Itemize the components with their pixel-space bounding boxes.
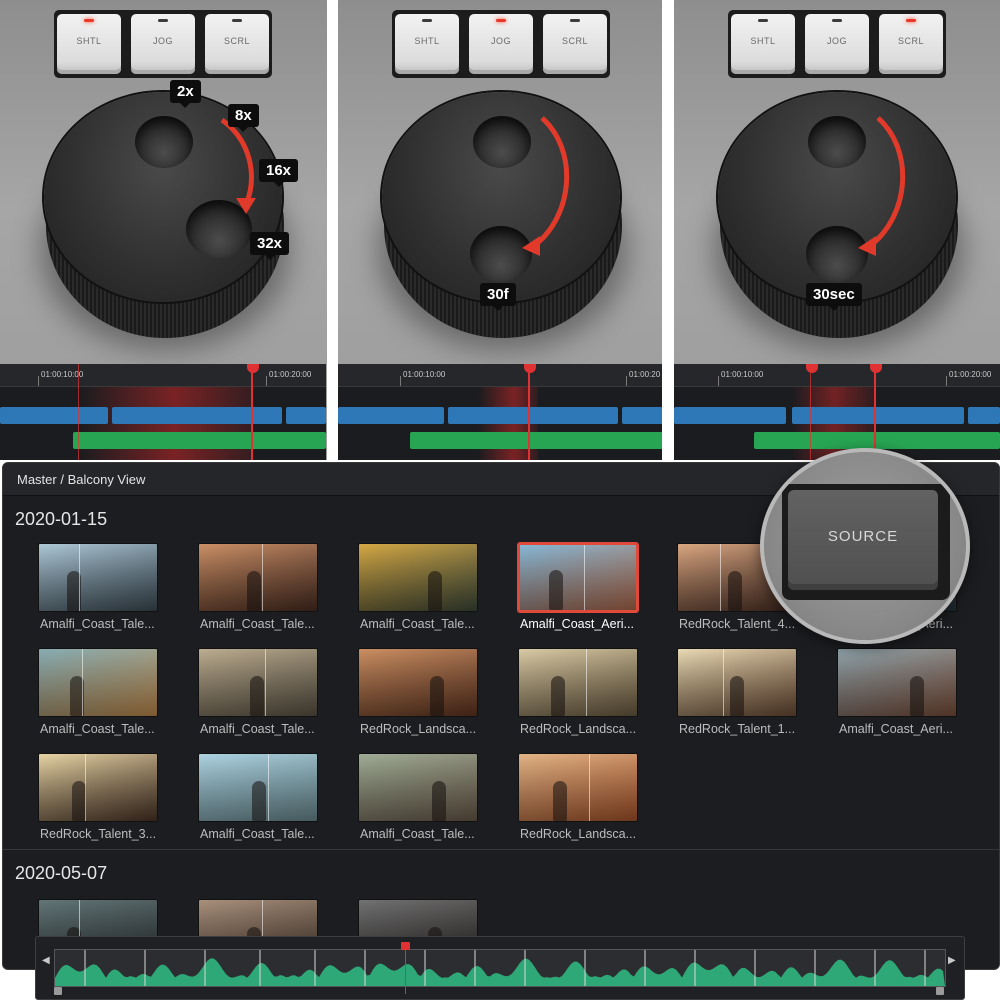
- clip-name: RedRock_Talent_3...: [40, 827, 157, 841]
- clip-thumbnail[interactable]: [677, 648, 797, 717]
- timecode-end: 01:00:20: [629, 370, 661, 379]
- source-key-callout: SOURCE: [760, 448, 970, 644]
- video-clip[interactable]: [286, 407, 326, 424]
- source-key[interactable]: SOURCE: [788, 490, 938, 590]
- breadcrumb[interactable]: Master / Balcony View: [17, 472, 145, 487]
- timecode-ruler: 01:00:10:00 01:00:20:00: [674, 364, 1000, 387]
- timecode-ruler: 01:00:10:00 01:00:20: [338, 364, 662, 387]
- resize-corner-right[interactable]: [936, 987, 944, 995]
- audio-track: [674, 432, 1000, 449]
- video-track: [0, 407, 326, 424]
- speed-tag-8x: 8x: [228, 104, 259, 132]
- audio-track: [338, 432, 662, 449]
- speed-tag-2x: 2x: [170, 80, 201, 108]
- group-divider: [3, 849, 999, 850]
- clip-thumbnail[interactable]: [518, 543, 638, 612]
- clip-thumbnail[interactable]: [198, 648, 318, 717]
- video-track: [338, 407, 662, 424]
- mini-timeline[interactable]: 01:00:10:00 01:00:20: [338, 364, 662, 460]
- speed-tag-16x: 16x: [259, 159, 299, 187]
- video-clip[interactable]: [0, 407, 108, 424]
- waveform-playhead-handle[interactable]: [401, 942, 410, 950]
- audio-clip[interactable]: [754, 432, 1000, 449]
- clip-thumbnail[interactable]: [358, 648, 478, 717]
- playhead[interactable]: [528, 364, 530, 460]
- source-key-frame: SOURCE: [782, 484, 950, 600]
- clip-thumbnail[interactable]: [837, 648, 957, 717]
- clip-name: Amalfi_Coast_Tale...: [360, 617, 475, 631]
- jog-step-tag: 30f: [480, 283, 516, 311]
- playhead[interactable]: [874, 364, 876, 460]
- mini-timeline[interactable]: 01:00:10:00 01:00:20:00: [0, 364, 326, 460]
- clip-name: Amalfi_Coast_Tale...: [200, 617, 315, 631]
- video-clip[interactable]: [968, 407, 1000, 424]
- clip-name: Amalfi_Coast_Tale...: [200, 722, 315, 736]
- waveform-area[interactable]: [54, 942, 946, 994]
- timecode-start: 01:00:10:00: [721, 370, 764, 379]
- speed-tag-32x: 32x: [250, 232, 290, 260]
- triangle-right-icon[interactable]: ▶: [948, 955, 956, 966]
- jog-mode-panel: SHTL JOG SCRL 30f 01:00:10:00 01:00:20: [338, 0, 662, 460]
- source-key-label: SOURCE: [827, 528, 899, 545]
- video-clip[interactable]: [112, 407, 282, 424]
- timecode-start: 01:00:10:00: [403, 370, 446, 379]
- clip-thumbnail[interactable]: [358, 753, 478, 822]
- timecode-end: 01:00:20:00: [949, 370, 992, 379]
- clip-thumbnail[interactable]: [518, 753, 638, 822]
- shuttle-mode-panel: SHTL JOG SCRL 2x 8x 16x 32x 01:00:10:00 …: [0, 0, 327, 460]
- video-clip[interactable]: [792, 407, 964, 424]
- date-group-heading: 2020-01-15: [15, 509, 108, 529]
- clip-name: Amalfi_Coast_Tale...: [40, 617, 155, 631]
- audio-clip[interactable]: [410, 432, 662, 449]
- playhead[interactable]: [251, 364, 253, 460]
- scroll-step-tag: 30sec: [806, 283, 862, 311]
- video-clip[interactable]: [448, 407, 618, 424]
- video-track: [674, 407, 1000, 424]
- video-clip[interactable]: [622, 407, 662, 424]
- audio-track: [0, 432, 326, 449]
- origin-marker: [78, 364, 79, 460]
- audio-waveform-strip[interactable]: ◀ ▶: [35, 936, 965, 1000]
- origin-marker: [810, 364, 811, 460]
- clip-name: Amalfi_Coast_Tale...: [200, 827, 315, 841]
- clip-thumbnail[interactable]: [38, 648, 158, 717]
- timecode-ruler: 01:00:10:00 01:00:20:00: [0, 364, 326, 387]
- waveform: [55, 950, 945, 986]
- clip-name: RedRock_Landsca...: [520, 722, 637, 736]
- clip-thumbnail[interactable]: [518, 648, 638, 717]
- timecode-start: 01:00:10:00: [41, 370, 84, 379]
- scroll-mode-panel: SHTL JOG SCRL 30sec 01:00:10:00 01:00:20…: [674, 0, 1000, 460]
- video-clip[interactable]: [338, 407, 444, 424]
- video-clip[interactable]: [674, 407, 786, 424]
- clip-name: RedRock_Talent_1...: [679, 722, 796, 736]
- clip-name: Amalfi_Coast_Tale...: [40, 722, 155, 736]
- clip-thumbnail[interactable]: [198, 543, 318, 612]
- resize-corner-left[interactable]: [54, 987, 62, 995]
- clip-thumbnail[interactable]: [38, 543, 158, 612]
- clip-name: Amalfi_Coast_Aeri...: [520, 617, 634, 631]
- clip-name: Amalfi_Coast_Tale...: [360, 827, 475, 841]
- clip-name: RedRock_Landsca...: [360, 722, 477, 736]
- clip-thumbnail[interactable]: [198, 753, 318, 822]
- timecode-end: 01:00:20:00: [269, 370, 312, 379]
- date-group-heading: 2020-05-07: [15, 863, 108, 883]
- triangle-left-icon[interactable]: ◀: [42, 955, 50, 966]
- audio-clip[interactable]: [73, 432, 326, 449]
- mini-timeline[interactable]: 01:00:10:00 01:00:20:00: [674, 364, 1000, 460]
- clip-name: RedRock_Landsca...: [520, 827, 637, 841]
- clip-thumbnail[interactable]: [38, 753, 158, 822]
- clip-name: Amalfi_Coast_Aeri...: [839, 722, 953, 736]
- waveform-playhead[interactable]: [405, 944, 406, 994]
- clip-thumbnail[interactable]: [358, 543, 478, 612]
